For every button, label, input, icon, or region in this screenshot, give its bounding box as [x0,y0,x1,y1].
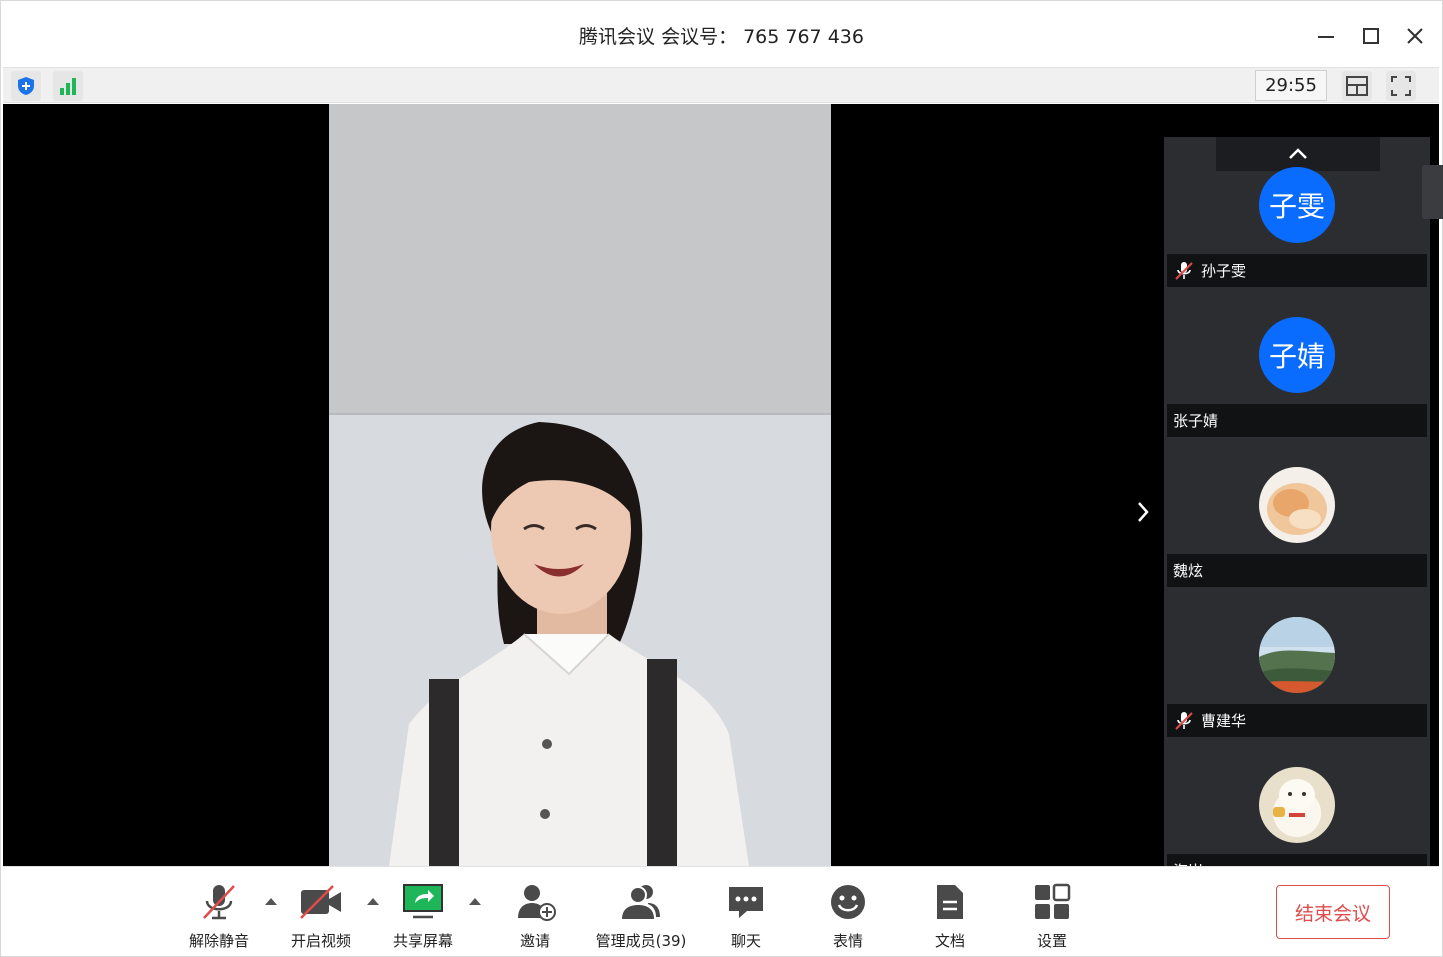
avatar-image [1259,767,1335,843]
participant-name-bar: 张子婧 [1167,404,1427,437]
meeting-window: 腾讯会议 会议号： 765 767 436 29:55 子雯 孙子雯 子婧 张子… [0,0,1443,957]
participant-tile[interactable]: 子婧 张子婧 [1164,317,1430,467]
start-video-label: 开启视频 [290,932,351,950]
settings-label: 设置 [1036,932,1067,950]
participant-name: 张子婧 [1173,412,1219,430]
unmute-label: 解除静音 [188,932,249,950]
share-screen-label: 共享屏幕 [392,932,453,950]
add-user-icon [518,884,556,921]
speaker-video-image [329,104,831,866]
gallery-scroll-up-button[interactable] [1216,137,1380,171]
start-video-button[interactable]: 开启视频 [287,879,355,951]
video-options-caret-icon[interactable] [365,895,381,907]
window-title: 腾讯会议 会议号： 765 767 436 [1,22,1442,49]
signal-bars-icon [60,78,76,95]
avatar [1259,617,1335,693]
invite-label: 邀请 [519,932,550,950]
bottom-toolbar: 解除静音 开启视频 共享屏幕 邀请 管理成员(39) 聊天 表情 文档 设置 结… [3,866,1439,956]
close-button[interactable] [1400,21,1430,51]
manage-members-button[interactable]: 管理成员(39) [591,879,691,951]
side-panel-toggle[interactable] [1422,165,1443,219]
meeting-id-label: 会议号： [661,26,738,48]
participant-name-bar: 孙子雯 [1167,254,1427,287]
participant-name-bar: 魏炫 [1167,554,1427,587]
smile-icon [831,884,865,919]
audio-options-caret-icon[interactable] [263,895,279,907]
chat-icon [729,886,763,918]
shield-icon [18,77,34,95]
maximize-icon [1363,28,1379,44]
document-icon [937,884,963,919]
participant-tile[interactable]: 魏炫 [1164,467,1430,617]
share-screen-button[interactable]: 共享屏幕 [389,879,457,951]
chat-label: 聊天 [730,932,761,950]
participant-name-bar: 曹建华 [1167,704,1427,737]
participant-name: 魏炫 [1173,562,1204,580]
documents-button[interactable]: 文档 [925,879,975,951]
layout-icon [1346,76,1368,96]
main-video[interactable] [329,104,831,866]
maximize-button[interactable] [1356,21,1386,51]
participant-gallery: 子雯 孙子雯 子婧 张子婧 魏炫 曹建华 [1164,137,1430,866]
chat-button[interactable]: 聊天 [721,879,771,951]
title-bar: 腾讯会议 会议号： 765 767 436 [1,1,1442,67]
layout-button[interactable] [1342,71,1372,101]
chevron-up-icon [1289,148,1307,159]
video-stage: 子雯 孙子雯 子婧 张子婧 魏炫 曹建华 [3,104,1439,866]
end-meeting-button[interactable]: 结束会议 [1276,885,1390,939]
fullscreen-icon [1391,76,1411,96]
camera-off-icon [300,884,341,919]
invite-button[interactable]: 邀请 [507,879,563,951]
share-screen-icon [403,883,443,918]
security-button[interactable] [11,71,41,101]
avatar-image [1259,617,1335,693]
chevron-right-icon [1138,502,1149,522]
avatar: 子雯 [1259,167,1335,243]
documents-label: 文档 [934,932,965,950]
app-name: 腾讯会议 [579,26,656,48]
avatar [1259,767,1335,843]
mic-muted-icon [1175,711,1193,730]
avatar-image [1259,467,1335,543]
meeting-timer: 29:55 [1255,70,1327,101]
mic-muted-icon [1175,261,1193,280]
avatar-text: 子雯 [1268,190,1325,223]
avatar: 子婧 [1259,317,1335,393]
share-options-caret-icon[interactable] [467,895,483,907]
fullscreen-button[interactable] [1386,71,1416,101]
participant-name: 曹建华 [1201,712,1247,730]
avatar-text: 子婧 [1268,340,1325,373]
minimize-icon [1318,36,1334,38]
emoji-button[interactable]: 表情 [823,879,873,951]
avatar [1259,467,1335,543]
grid-settings-icon [1035,883,1071,919]
close-icon [1407,28,1423,44]
status-bar: 29:55 [3,67,1439,103]
next-page-button[interactable] [1131,497,1155,527]
settings-button[interactable]: 设置 [1027,879,1077,951]
emoji-label: 表情 [832,932,863,950]
network-status-button[interactable] [53,71,83,101]
participant-name-bar: 海岸 [1167,854,1427,866]
participant-tile[interactable]: 曹建华 [1164,617,1430,767]
meeting-id: 765 767 436 [743,26,864,48]
participant-tile[interactable]: 海岸 [1164,767,1430,866]
participant-name: 孙子雯 [1201,262,1247,280]
mic-muted-icon [203,884,235,919]
participant-tile[interactable]: 子雯 孙子雯 [1164,167,1430,317]
minimize-button[interactable] [1311,21,1341,51]
manage-members-label: 管理成员(39) [595,932,687,950]
members-icon [622,884,660,919]
unmute-button[interactable]: 解除静音 [185,879,253,951]
